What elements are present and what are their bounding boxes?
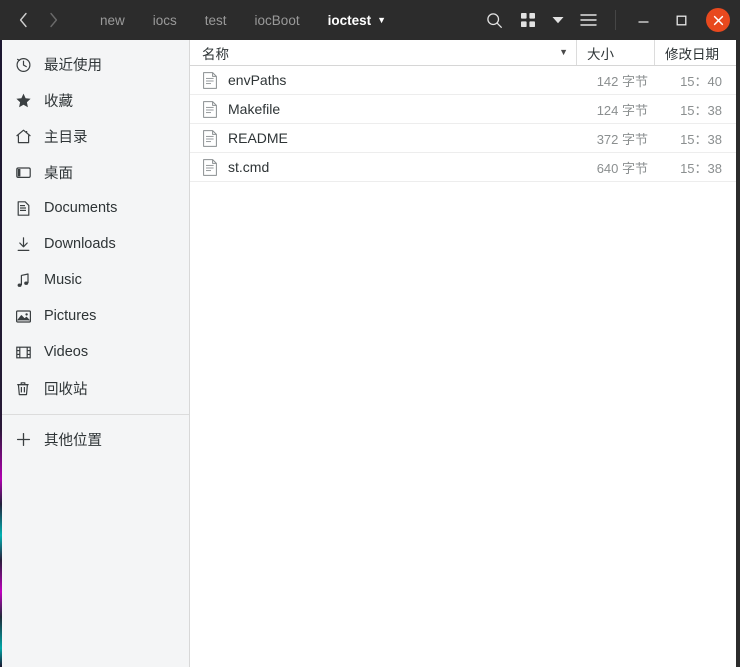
file-size: 124 字节	[596, 102, 648, 118]
window-right-edge	[736, 40, 740, 667]
picture-icon	[14, 307, 32, 325]
file-name-cell: envPaths	[190, 71, 576, 89]
breadcrumb: new iocs test iocBoot ioctest ▼	[86, 9, 396, 32]
desktop-icon	[14, 163, 32, 181]
file-size: 640 字节	[596, 160, 648, 176]
file-date: 15：40	[680, 73, 722, 89]
minimize-button[interactable]	[630, 7, 656, 33]
trash-icon	[14, 379, 32, 397]
column-header-name-label: 名称	[202, 46, 229, 62]
file-name-cell: st.cmd	[190, 158, 576, 176]
sidebar-item-label: 回收站	[44, 381, 88, 398]
sidebar-item-recent[interactable]: 最近使用	[0, 46, 189, 82]
sidebar: 最近使用 收藏 主目录 桌面 Documents Downloads Music…	[0, 40, 190, 667]
file-size: 372 字节	[596, 131, 648, 147]
sidebar-item-documents[interactable]: Documents	[0, 190, 189, 226]
sidebar-item-videos[interactable]: Videos	[0, 334, 189, 370]
music-note-icon	[14, 271, 32, 289]
text-file-icon	[202, 129, 218, 147]
column-header-row: 名称 ▼ 大小 修改日期	[190, 40, 740, 66]
film-icon	[14, 343, 32, 361]
file-name-cell: Makefile	[190, 100, 576, 118]
file-name-cell: README	[190, 129, 576, 147]
text-file-icon	[202, 71, 218, 89]
download-icon	[14, 235, 32, 253]
table-row[interactable]: envPaths 142 字节 15：40	[190, 66, 740, 95]
breadcrumb-dropdown-icon[interactable]: ▼	[375, 15, 396, 25]
table-row[interactable]: Makefile 124 字节 15：38	[190, 95, 740, 124]
sidebar-item-home[interactable]: 主目录	[0, 118, 189, 154]
sidebar-item-label: 收藏	[44, 93, 73, 110]
breadcrumb-item-iocs[interactable]: iocs	[139, 9, 191, 32]
sidebar-item-label: Videos	[44, 344, 89, 360]
file-size: 142 字节	[596, 73, 648, 89]
sidebar-item-label: Documents	[44, 200, 118, 216]
sidebar-item-label: 主目录	[44, 129, 88, 146]
file-name: Makefile	[228, 101, 281, 117]
sidebar-item-downloads[interactable]: Downloads	[0, 226, 189, 262]
sidebar-item-label: Music	[44, 272, 82, 288]
sidebar-item-label: Pictures	[44, 308, 97, 324]
table-row[interactable]: st.cmd 640 字节 15：38	[190, 153, 740, 182]
sidebar-item-trash[interactable]: 回收站	[0, 370, 189, 406]
window-left-edge	[0, 40, 2, 667]
sidebar-item-label: Downloads	[44, 236, 116, 252]
file-name: README	[228, 130, 288, 146]
file-date: 15：38	[680, 102, 722, 118]
navigation-arrows	[0, 5, 68, 35]
view-options-chevron-icon[interactable]	[545, 5, 571, 35]
text-file-icon	[202, 158, 218, 176]
star-icon	[14, 91, 32, 109]
breadcrumb-item-test[interactable]: test	[191, 9, 241, 32]
header-divider	[615, 10, 616, 30]
file-name: envPaths	[228, 72, 287, 88]
home-icon	[14, 127, 32, 145]
column-header-date-label: 修改日期	[665, 46, 719, 62]
window-body: 最近使用 收藏 主目录 桌面 Documents Downloads Music…	[0, 40, 740, 667]
file-date: 15：38	[680, 160, 722, 176]
sidebar-item-music[interactable]: Music	[0, 262, 189, 298]
maximize-button[interactable]	[668, 7, 694, 33]
column-header-size-label: 大小	[587, 46, 614, 62]
breadcrumb-item-new[interactable]: new	[86, 9, 139, 32]
search-icon[interactable]	[477, 5, 511, 35]
plus-icon	[14, 430, 32, 448]
close-button[interactable]	[706, 8, 730, 32]
grid-view-icon[interactable]	[511, 5, 545, 35]
file-date: 15：38	[680, 131, 722, 147]
table-row[interactable]: README 372 字节 15：38	[190, 124, 740, 153]
file-rows: envPaths 142 字节 15：40 Makefile 124 字节 15…	[190, 66, 740, 667]
header-toolbar	[477, 5, 740, 35]
forward-button[interactable]	[38, 5, 68, 35]
file-list-pane: 名称 ▼ 大小 修改日期 envPaths 142 字节 15：40 Makef…	[190, 40, 740, 667]
sidebar-item-label: 其他位置	[44, 432, 102, 449]
file-name: st.cmd	[228, 159, 270, 175]
sidebar-divider	[0, 414, 189, 415]
column-header-size[interactable]: 大小	[576, 40, 654, 65]
clock-icon	[14, 55, 32, 73]
sort-descending-icon[interactable]: ▼	[559, 48, 568, 57]
text-file-icon	[202, 100, 218, 118]
documents-icon	[14, 199, 32, 217]
breadcrumb-item-iocboot[interactable]: iocBoot	[241, 9, 314, 32]
file-manager-window: new iocs test iocBoot ioctest ▼ 最近使用 收藏 …	[0, 0, 740, 667]
column-header-name[interactable]: 名称 ▼	[190, 40, 576, 65]
hamburger-menu-icon[interactable]	[571, 5, 605, 35]
sidebar-item-favorites[interactable]: 收藏	[0, 82, 189, 118]
sidebar-item-label: 桌面	[44, 165, 73, 182]
back-button[interactable]	[8, 5, 38, 35]
column-header-date[interactable]: 修改日期	[654, 40, 740, 65]
header-bar: new iocs test iocBoot ioctest ▼	[0, 0, 740, 40]
sidebar-item-label: 最近使用	[44, 57, 102, 74]
sidebar-item-other-locations[interactable]: 其他位置	[0, 421, 189, 457]
sidebar-item-desktop[interactable]: 桌面	[0, 154, 189, 190]
breadcrumb-item-ioctest[interactable]: ioctest	[314, 9, 376, 32]
sidebar-item-pictures[interactable]: Pictures	[0, 298, 189, 334]
